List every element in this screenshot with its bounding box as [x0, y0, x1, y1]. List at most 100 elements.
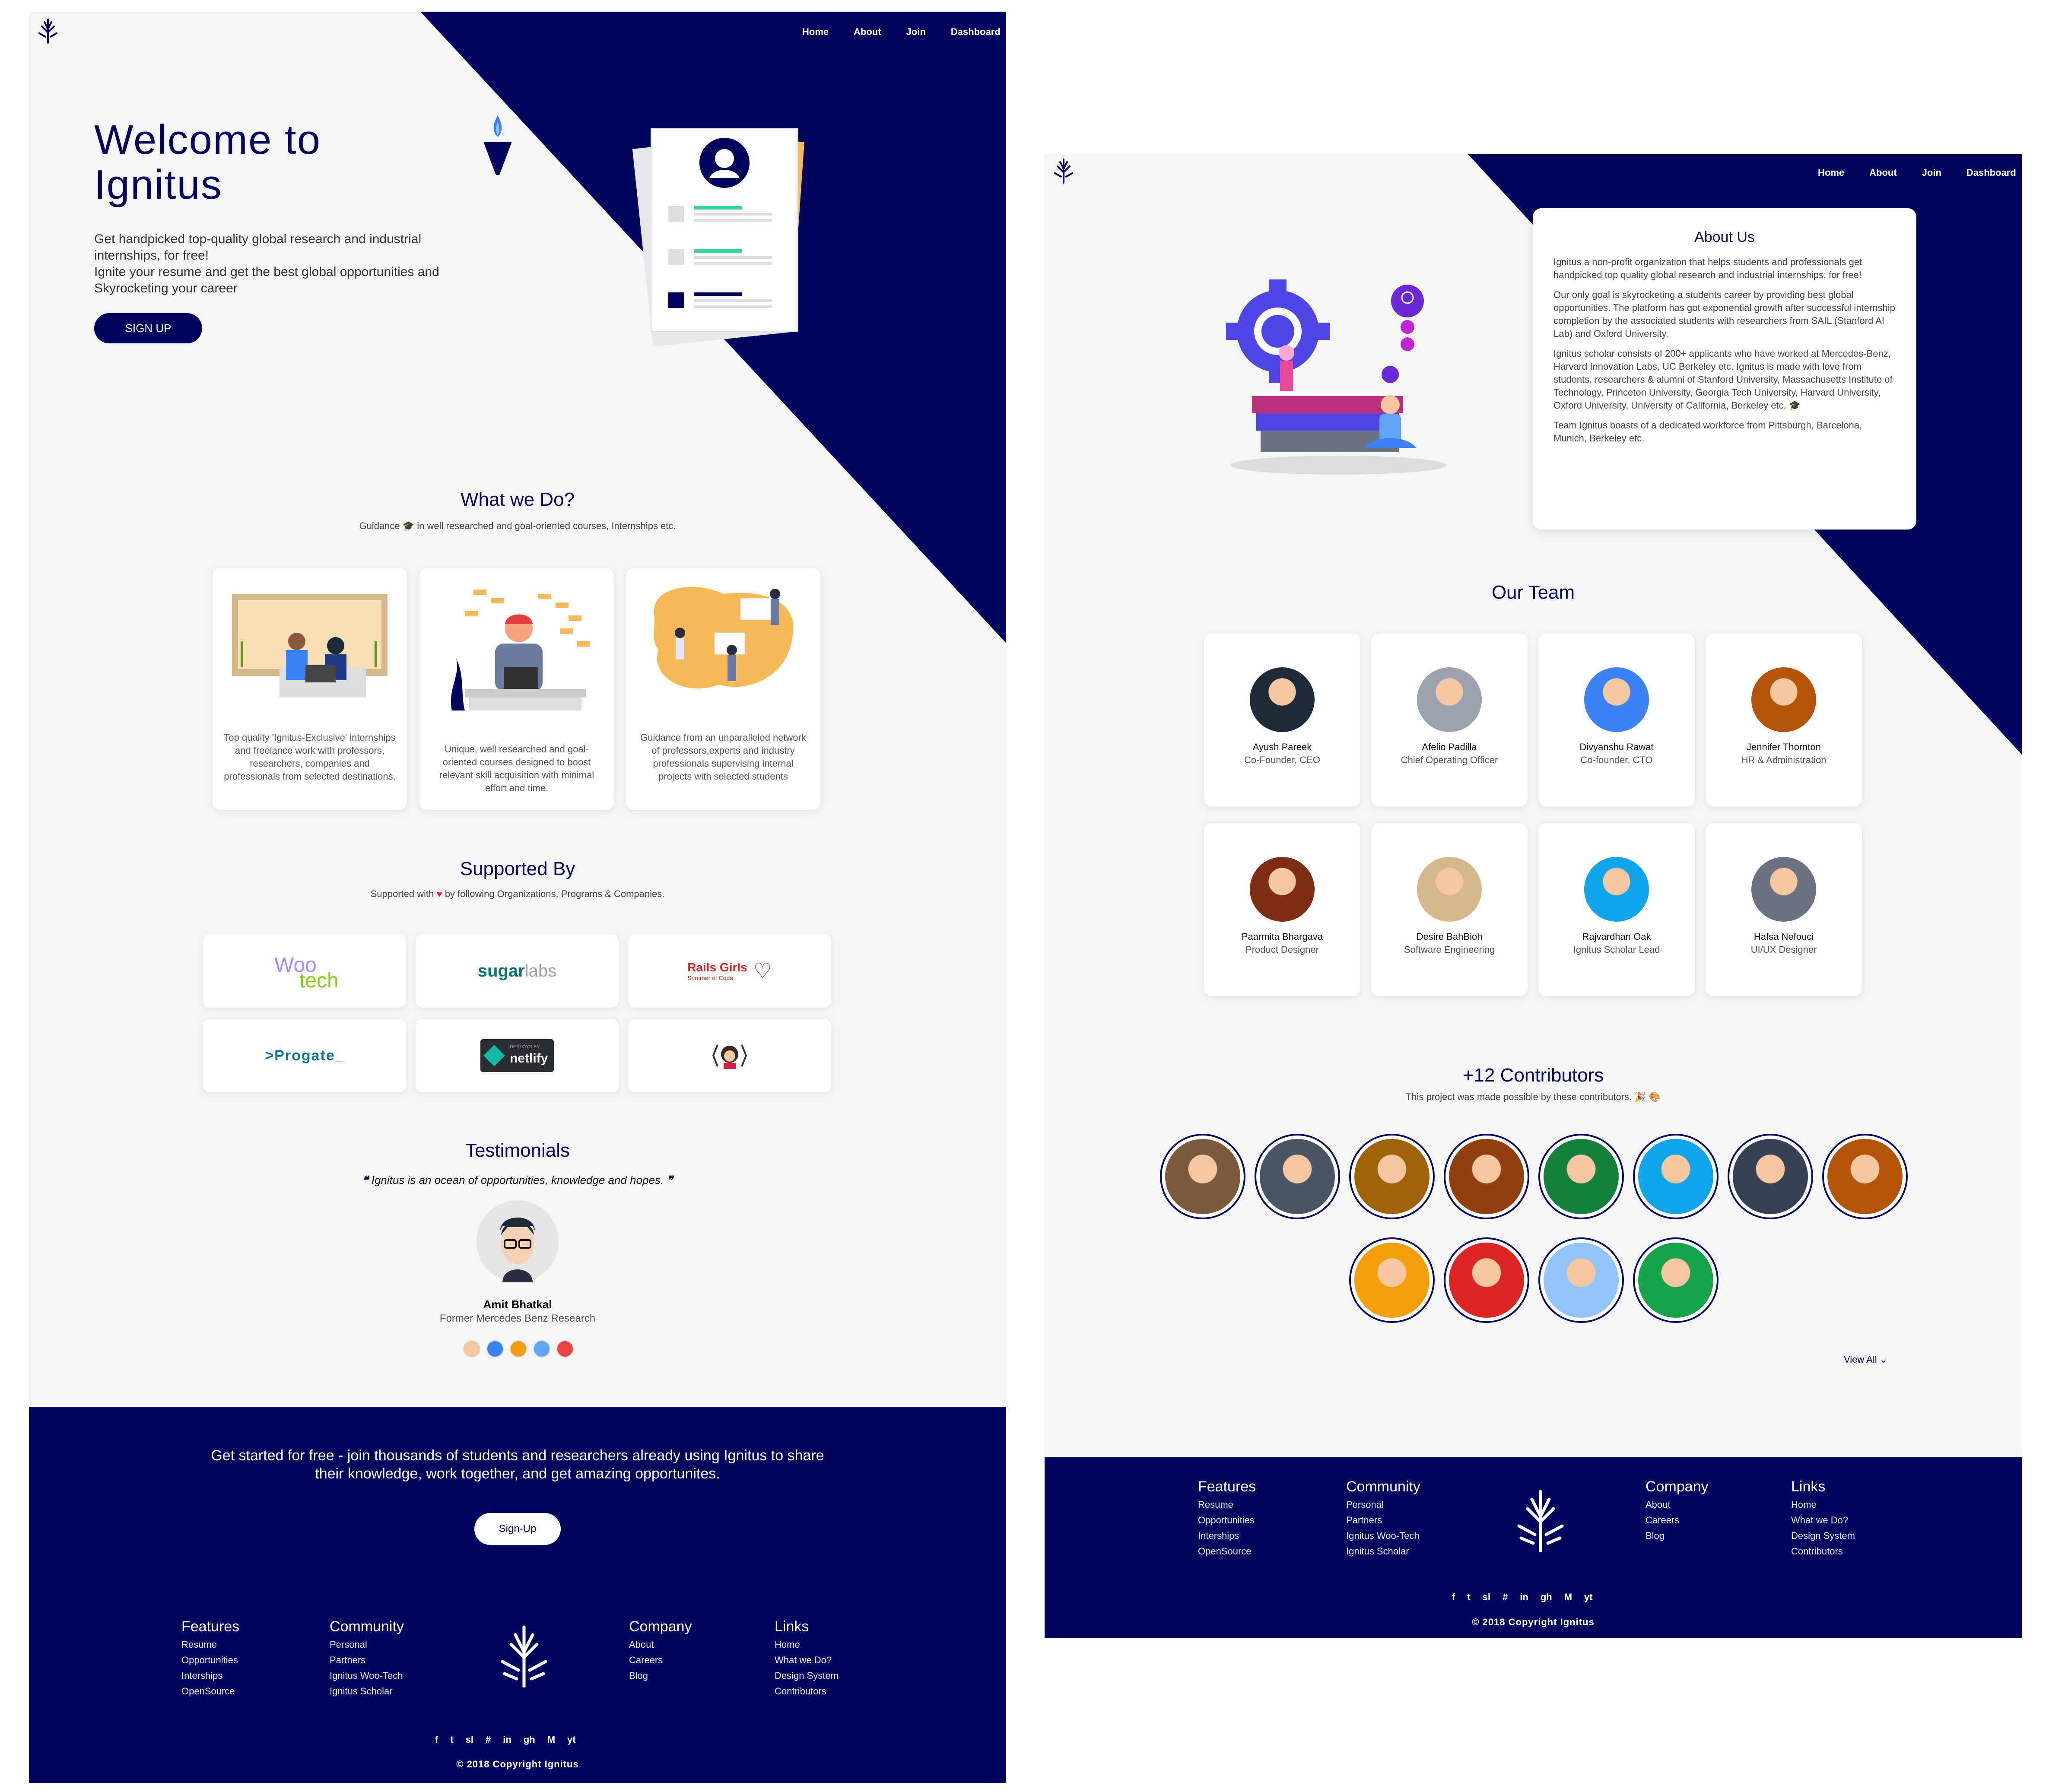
footer-link[interactable]: Ignitus Scholar [330, 1684, 404, 1699]
nav-about[interactable]: About [1869, 167, 1897, 178]
footer-link[interactable]: Blog [629, 1668, 692, 1684]
testimonial-thumb[interactable] [533, 1340, 550, 1357]
footer-link[interactable]: Design System [775, 1668, 839, 1684]
nav-about[interactable]: About [854, 26, 881, 38]
facebook-icon[interactable]: f [1452, 1592, 1455, 1603]
nav-home[interactable]: Home [802, 26, 829, 38]
footer-link[interactable]: Personal [1346, 1497, 1420, 1513]
footer-link[interactable]: Ignitus Woo-Tech [330, 1668, 404, 1684]
sponsor-woo-tech[interactable]: Woo tech [203, 934, 406, 1008]
tree-logo-icon[interactable] [36, 18, 60, 44]
twitter-icon[interactable]: t [1467, 1592, 1470, 1603]
feature-card-guidance[interactable]: Guidance from an unparalleled network of… [626, 568, 820, 810]
tree-logo-icon[interactable] [1052, 158, 1076, 184]
nav-join[interactable]: Join [1922, 167, 1941, 178]
footer-link[interactable]: Careers [1646, 1513, 1709, 1528]
contributor-avatar[interactable] [1255, 1134, 1340, 1219]
contributor-avatar[interactable] [1160, 1134, 1245, 1219]
team-member-role: Ignitus Scholar Lead [1573, 944, 1660, 955]
team-card[interactable]: Afelio Padilla Chief Operating Officer [1371, 634, 1528, 806]
contributor-avatar[interactable] [1349, 1134, 1435, 1219]
what-we-do-sub-pre: Guidance [359, 520, 400, 531]
footer-link[interactable]: Home [1791, 1497, 1855, 1513]
sponsor-netlify[interactable]: DEPLOYS BY netlify [416, 1019, 619, 1092]
sponsor-rails-girls[interactable]: Rails Girls Summer of Code ♡ [628, 934, 831, 1008]
nav-home[interactable]: Home [1818, 167, 1844, 178]
footer-link[interactable]: Interships [181, 1668, 239, 1684]
feature-card-internships[interactable]: Top quality 'Ignitus-Exclusive' internsh… [213, 568, 407, 810]
nav-dashboard[interactable]: Dashboard [1966, 167, 2016, 178]
team-card[interactable]: Jennifer Thornton HR & Administration [1706, 634, 1862, 806]
team-card[interactable]: Hafsa Nefouci UI/UX Designer [1706, 823, 1862, 996]
contributor-avatar[interactable] [1633, 1237, 1719, 1323]
nav-dashboard[interactable]: Dashboard [951, 26, 1001, 38]
footer-link[interactable]: Contributors [775, 1684, 839, 1699]
footer-link[interactable]: Ignitus Woo-Tech [1346, 1528, 1420, 1544]
contributor-avatar[interactable] [1349, 1237, 1435, 1323]
contributor-avatar[interactable] [1444, 1237, 1529, 1323]
contributor-avatar[interactable] [1538, 1134, 1624, 1219]
footer-link[interactable]: Ignitus Scholar [1346, 1544, 1420, 1559]
sponsor-progate[interactable]: >Progate_ [203, 1019, 406, 1092]
footer-link[interactable]: Resume [1198, 1497, 1256, 1513]
testimonial-thumb[interactable] [463, 1340, 480, 1357]
contributor-avatar[interactable] [1822, 1134, 1908, 1219]
contributor-avatar[interactable] [1444, 1134, 1529, 1219]
footer-link[interactable]: What we Do? [1791, 1513, 1855, 1528]
slack-icon[interactable]: # [486, 1734, 491, 1745]
hero-signup-button[interactable]: SIGN UP [94, 313, 202, 343]
footer-link[interactable]: Partners [1346, 1513, 1420, 1528]
youtube-icon[interactable]: yt [567, 1734, 576, 1745]
facebook-icon[interactable]: f [435, 1734, 438, 1745]
footer-link[interactable]: Opportunities [181, 1652, 239, 1668]
contributor-photo [1544, 1243, 1619, 1318]
footer-link[interactable]: Partners [330, 1652, 404, 1668]
contributor-avatar[interactable] [1538, 1237, 1624, 1323]
team-member-avatar [1584, 667, 1649, 732]
contributors-subtitle: This project was made possible by these … [1045, 1091, 2022, 1103]
linkedin-icon[interactable]: in [503, 1734, 511, 1745]
footer-link[interactable]: Home [775, 1637, 839, 1652]
medium-icon[interactable]: M [547, 1734, 555, 1745]
cta-signup-button[interactable]: Sign-Up [474, 1513, 561, 1545]
team-card[interactable]: Desire BahBioh Software Engineering [1371, 823, 1528, 996]
footer-link[interactable]: Blog [1646, 1528, 1709, 1544]
testimonial-thumb[interactable] [486, 1340, 504, 1357]
testimonial-thumb[interactable] [556, 1340, 574, 1357]
slideshare-icon[interactable]: sl [1483, 1592, 1490, 1603]
twitter-icon[interactable]: t [450, 1734, 453, 1745]
testimonial-thumb[interactable] [510, 1340, 527, 1357]
contributor-avatar[interactable] [1633, 1134, 1719, 1219]
cta-text: Get started for free - join thousands of… [29, 1446, 1006, 1483]
footer-link[interactable]: Interships [1198, 1528, 1256, 1544]
footer-link[interactable]: Careers [629, 1652, 692, 1668]
nav-join[interactable]: Join [906, 26, 926, 38]
team-card[interactable]: Paarmita Bhargava Product Designer [1204, 823, 1360, 996]
youtube-icon[interactable]: yt [1584, 1592, 1593, 1603]
team-card[interactable]: Divyanshu Rawat Co-founder, CTO [1538, 634, 1695, 806]
medium-icon[interactable]: M [1564, 1592, 1572, 1603]
team-card[interactable]: Ayush Pareek Co-Founder, CEO [1204, 634, 1360, 806]
view-all-link[interactable]: View All ⌄ [1844, 1354, 1887, 1365]
footer-link[interactable]: Contributors [1791, 1544, 1855, 1559]
team-card[interactable]: Rajvardhan Oak Ignitus Scholar Lead [1538, 823, 1695, 996]
footer-link[interactable]: Personal [330, 1637, 404, 1652]
linkedin-icon[interactable]: in [1520, 1592, 1528, 1603]
footer-link[interactable]: OpenSource [1198, 1544, 1256, 1559]
footer-link[interactable]: Opportunities [1198, 1513, 1256, 1528]
sponsor-women-who-code[interactable] [628, 1019, 831, 1092]
contributor-avatar[interactable] [1728, 1134, 1813, 1219]
github-icon[interactable]: gh [1541, 1592, 1552, 1603]
testimonials-title: Testimonials [465, 1140, 570, 1161]
footer-link[interactable]: About [1646, 1497, 1709, 1513]
feature-card-courses[interactable]: Unique, well researched and goal-oriente… [419, 568, 614, 810]
sponsor-sugarlabs[interactable]: sugar labs [416, 934, 619, 1008]
footer-link[interactable]: OpenSource [181, 1684, 239, 1699]
footer-link[interactable]: Design System [1791, 1528, 1855, 1544]
slack-icon[interactable]: # [1503, 1592, 1508, 1603]
footer-link[interactable]: About [629, 1637, 692, 1652]
footer-link[interactable]: Resume [181, 1637, 239, 1652]
footer-link[interactable]: What we Do? [775, 1652, 839, 1668]
github-icon[interactable]: gh [524, 1734, 535, 1745]
slideshare-icon[interactable]: sl [466, 1734, 473, 1745]
